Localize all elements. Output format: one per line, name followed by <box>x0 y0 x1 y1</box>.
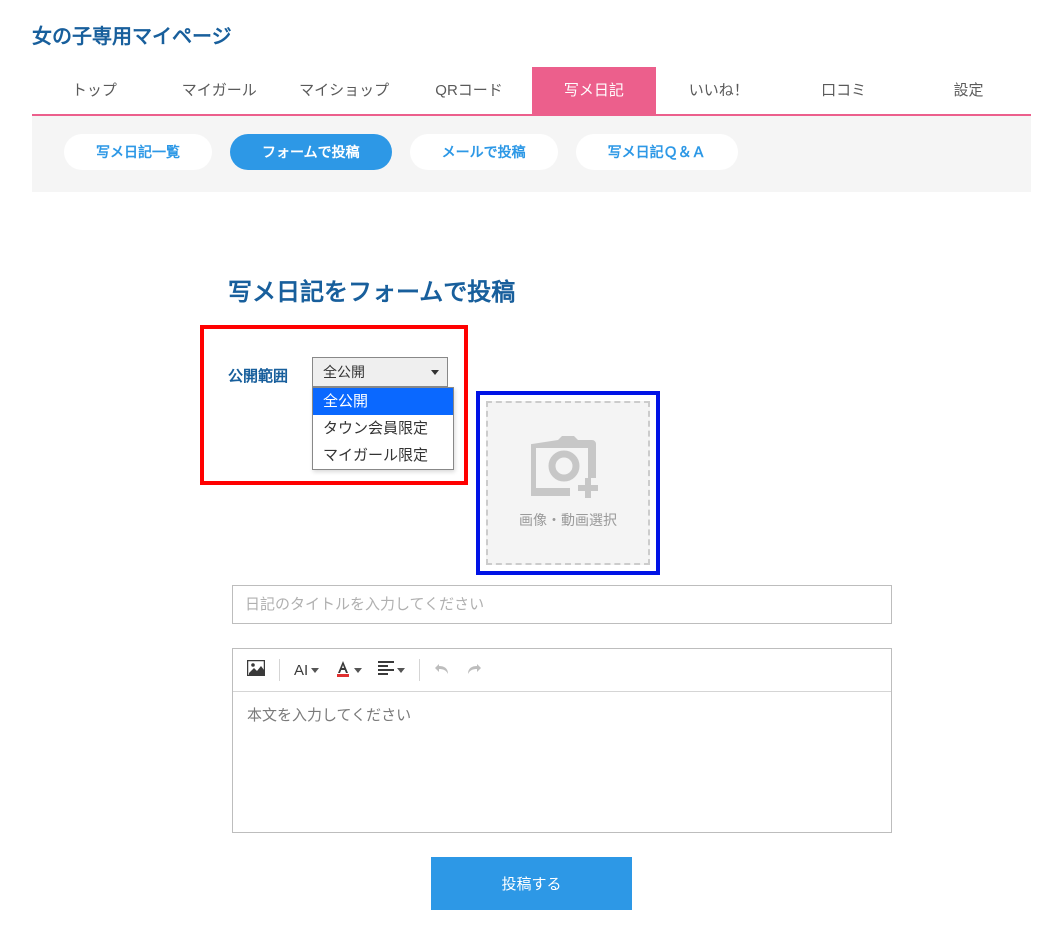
tab-qrcode[interactable]: QRコード <box>407 67 532 114</box>
diary-title-input[interactable] <box>232 585 892 624</box>
tab-photodiary[interactable]: 写メ日記 <box>532 67 657 114</box>
visibility-section: 公開範囲 全公開 全公開 タウン会員限定 マイガール限定 <box>200 325 1031 485</box>
tab-mygirl[interactable]: マイガール <box>157 67 282 114</box>
page-title: 女の子専用マイページ <box>0 0 1063 67</box>
image-icon <box>247 660 265 680</box>
text-color-button[interactable] <box>329 655 368 685</box>
media-upload-button[interactable]: 画像・動画選択 <box>486 401 650 565</box>
editor-toolbar: AI <box>233 649 891 692</box>
tab-reviews[interactable]: 口コミ <box>781 67 906 114</box>
form-heading: 写メ日記をフォームで投稿 <box>228 272 1031 307</box>
highlight-box-blue: 画像・動画選択 <box>476 391 660 575</box>
visibility-select-wrap: 全公開 全公開 タウン会員限定 マイガール限定 <box>312 357 454 470</box>
chevron-down-icon <box>397 668 405 673</box>
subtab-list[interactable]: 写メ日記一覧 <box>64 134 212 170</box>
media-upload-section: 画像・動画選択 <box>476 391 660 575</box>
font-size-button[interactable]: AI <box>288 658 325 683</box>
redo-icon <box>466 661 482 679</box>
toolbar-separator <box>279 659 280 681</box>
camera-plus-icon <box>531 436 605 498</box>
align-left-icon <box>378 661 394 679</box>
subtab-form-post[interactable]: フォームで投稿 <box>230 134 392 170</box>
visibility-option-town[interactable]: タウン会員限定 <box>313 415 453 442</box>
align-button[interactable] <box>372 657 411 683</box>
content-area: 写メ日記をフォームで投稿 公開範囲 全公開 全公開 タウン会員限定 マイガール限… <box>32 192 1031 950</box>
visibility-select[interactable]: 全公開 <box>312 357 448 387</box>
visibility-dropdown: 全公開 タウン会員限定 マイガール限定 <box>312 387 454 470</box>
sub-tabs: 写メ日記一覧 フォームで投稿 メールで投稿 写メ日記Ｑ＆Ａ <box>32 116 1031 192</box>
media-upload-label: 画像・動画選択 <box>519 510 617 530</box>
subtab-qa[interactable]: 写メ日記Ｑ＆Ａ <box>576 134 738 170</box>
chevron-down-icon <box>354 668 362 673</box>
tab-top[interactable]: トップ <box>32 67 157 114</box>
font-size-label: AI <box>294 662 308 679</box>
text-color-icon <box>335 659 351 681</box>
body-editor: AI <box>232 648 892 833</box>
visibility-option-all[interactable]: 全公開 <box>313 388 453 415</box>
toolbar-separator <box>419 659 420 681</box>
visibility-label: 公開範囲 <box>228 365 288 386</box>
subtab-mail-post[interactable]: メールで投稿 <box>410 134 558 170</box>
insert-image-button[interactable] <box>241 656 271 684</box>
tab-settings[interactable]: 設定 <box>906 67 1031 114</box>
diary-body-input[interactable]: 本文を入力してください <box>233 692 891 832</box>
visibility-option-mygirl[interactable]: マイガール限定 <box>313 442 453 469</box>
chevron-down-icon <box>311 668 319 673</box>
redo-button[interactable] <box>460 657 488 683</box>
tab-like[interactable]: いいね！ <box>656 67 781 114</box>
main-tabs: トップ マイガール マイショップ QRコード 写メ日記 いいね！ 口コミ 設定 <box>32 67 1031 116</box>
undo-button[interactable] <box>428 657 456 683</box>
submit-button[interactable]: 投稿する <box>431 857 631 910</box>
undo-icon <box>434 661 450 679</box>
tab-myshop[interactable]: マイショップ <box>282 67 407 114</box>
